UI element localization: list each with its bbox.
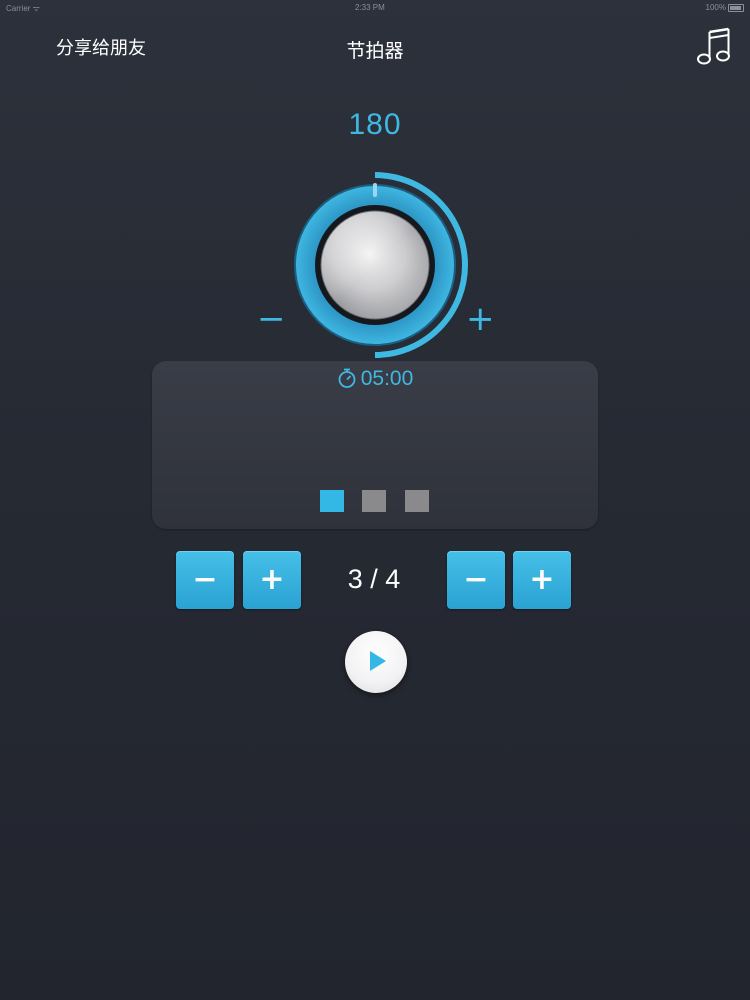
beat-indicator-3: [405, 490, 429, 512]
beat-indicator-2: [362, 490, 386, 512]
status-bar: Carrier ᯤ 2:33 PM 100%: [0, 0, 750, 16]
timer-panel: 05:00: [152, 361, 598, 529]
minus-icon: −: [192, 562, 218, 597]
note-value-decrease-button[interactable]: −: [447, 551, 505, 609]
plus-icon: +: [529, 562, 555, 597]
battery-icon: [728, 4, 744, 12]
beat-indicator-1: [320, 490, 344, 512]
battery-percent: 100%: [705, 3, 726, 12]
music-note-icon[interactable]: [696, 26, 732, 66]
timer-value: 05:00: [360, 367, 414, 390]
tempo-decrease-button[interactable]: −: [257, 302, 286, 336]
beats-increase-button[interactable]: +: [243, 551, 301, 609]
play-icon: [370, 651, 386, 671]
plus-icon: +: [259, 562, 285, 597]
timer-row[interactable]: 05:00: [152, 367, 598, 391]
note-value-increase-button[interactable]: +: [513, 551, 571, 609]
stopwatch-icon: [338, 368, 356, 388]
beats-decrease-button[interactable]: −: [176, 551, 234, 609]
tempo-dial[interactable]: [275, 165, 475, 365]
status-time: 2:33 PM: [355, 3, 385, 12]
minus-icon: −: [463, 562, 489, 597]
play-button[interactable]: [345, 631, 407, 693]
page-title: 节拍器: [346, 40, 404, 62]
tempo-increase-button[interactable]: +: [466, 302, 495, 336]
carrier-label: Carrier ᯤ: [6, 4, 40, 13]
time-signature-label: 3 / 4: [347, 564, 401, 594]
dial-pointer: [373, 183, 377, 197]
bpm-value: 180: [348, 108, 402, 141]
